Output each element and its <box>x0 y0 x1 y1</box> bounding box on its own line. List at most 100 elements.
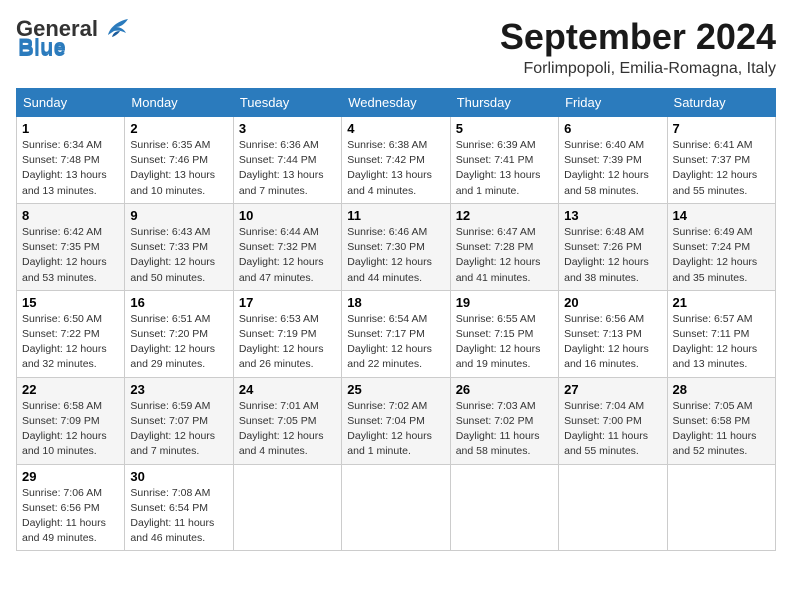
day-number: 9 <box>130 208 227 223</box>
calendar-week-row: 8 Sunrise: 6:42 AMSunset: 7:35 PMDaylight… <box>17 203 776 290</box>
day-info: Sunrise: 7:04 AMSunset: 7:00 PMDaylight:… <box>564 399 661 460</box>
day-number: 19 <box>456 295 553 310</box>
day-number: 22 <box>22 382 119 397</box>
calendar-cell: 6 Sunrise: 6:40 AMSunset: 7:39 PMDaylight… <box>559 117 667 204</box>
day-number: 8 <box>22 208 119 223</box>
calendar-cell: 28 Sunrise: 7:05 AMSunset: 6:58 PMDayligh… <box>667 377 775 464</box>
day-number: 4 <box>347 121 444 136</box>
calendar-cell: 9Sunrise: 6:43 AMSunset: 7:33 PMDaylight… <box>125 203 233 290</box>
day-number: 15 <box>22 295 119 310</box>
day-info: Sunrise: 6:57 AMSunset: 7:11 PMDaylight:… <box>673 312 770 373</box>
day-info: Sunrise: 6:47 AMSunset: 7:28 PMDaylight:… <box>456 225 553 286</box>
calendar-cell: 27 Sunrise: 7:04 AMSunset: 7:00 PMDayligh… <box>559 377 667 464</box>
day-number: 29 <box>22 469 119 484</box>
logo-blue-label: Blue <box>18 34 66 60</box>
day-info: Sunrise: 7:08 AMSunset: 6:54 PMDaylight:… <box>130 486 227 547</box>
day-info: Sunrise: 7:01 AMSunset: 7:05 PMDaylight:… <box>239 399 336 460</box>
day-number: 11 <box>347 208 444 223</box>
calendar-cell <box>667 464 775 551</box>
calendar-cell: 8 Sunrise: 6:42 AMSunset: 7:35 PMDaylight… <box>17 203 125 290</box>
day-number: 25 <box>347 382 444 397</box>
day-number: 5 <box>456 121 553 136</box>
day-info: Sunrise: 6:36 AMSunset: 7:44 PMDaylight:… <box>239 138 336 199</box>
day-info: Sunrise: 6:48 AMSunset: 7:26 PMDaylight:… <box>564 225 661 286</box>
day-number: 26 <box>456 382 553 397</box>
day-number: 30 <box>130 469 227 484</box>
day-number: 21 <box>673 295 770 310</box>
day-info: Sunrise: 6:35 AMSunset: 7:46 PMDaylight:… <box>130 138 227 199</box>
calendar-week-row: 29Sunrise: 7:06 AMSunset: 6:56 PMDayligh… <box>17 464 776 551</box>
calendar-cell: 23Sunrise: 6:59 AMSunset: 7:07 PMDayligh… <box>125 377 233 464</box>
calendar-cell: 4 Sunrise: 6:38 AMSunset: 7:42 PMDaylight… <box>342 117 450 204</box>
month-title: September 2024 <box>500 16 776 58</box>
day-info: Sunrise: 6:49 AMSunset: 7:24 PMDaylight:… <box>673 225 770 286</box>
day-number: 20 <box>564 295 661 310</box>
day-of-week-header: Thursday <box>450 89 558 117</box>
calendar-cell: 21 Sunrise: 6:57 AMSunset: 7:11 PMDayligh… <box>667 290 775 377</box>
day-info: Sunrise: 6:38 AMSunset: 7:42 PMDaylight:… <box>347 138 444 199</box>
calendar-cell: 22 Sunrise: 6:58 AMSunset: 7:09 PMDayligh… <box>17 377 125 464</box>
day-number: 3 <box>239 121 336 136</box>
day-number: 1 <box>22 121 119 136</box>
calendar-cell: 17Sunrise: 6:53 AMSunset: 7:19 PMDayligh… <box>233 290 341 377</box>
calendar-cell: 24 Sunrise: 7:01 AMSunset: 7:05 PMDayligh… <box>233 377 341 464</box>
calendar-cell: 10 Sunrise: 6:44 AMSunset: 7:32 PMDayligh… <box>233 203 341 290</box>
day-info: Sunrise: 6:44 AMSunset: 7:32 PMDaylight:… <box>239 225 336 286</box>
day-info: Sunrise: 6:41 AMSunset: 7:37 PMDaylight:… <box>673 138 770 199</box>
day-info: Sunrise: 6:56 AMSunset: 7:13 PMDaylight:… <box>564 312 661 373</box>
logo-bird-icon <box>100 17 130 39</box>
calendar-cell: 1Sunrise: 6:34 AMSunset: 7:48 PMDaylight… <box>17 117 125 204</box>
day-of-week-header: Monday <box>125 89 233 117</box>
day-info: Sunrise: 6:55 AMSunset: 7:15 PMDaylight:… <box>456 312 553 373</box>
calendar-cell: 18 Sunrise: 6:54 AMSunset: 7:17 PMDayligh… <box>342 290 450 377</box>
calendar-week-row: 22 Sunrise: 6:58 AMSunset: 7:09 PMDayligh… <box>17 377 776 464</box>
day-info: Sunrise: 6:51 AMSunset: 7:20 PMDaylight:… <box>130 312 227 373</box>
day-of-week-header: Sunday <box>17 89 125 117</box>
day-info: Sunrise: 6:54 AMSunset: 7:17 PMDaylight:… <box>347 312 444 373</box>
day-number: 10 <box>239 208 336 223</box>
calendar-cell: 30 Sunrise: 7:08 AMSunset: 6:54 PMDayligh… <box>125 464 233 551</box>
day-info: Sunrise: 6:50 AMSunset: 7:22 PMDaylight:… <box>22 312 119 373</box>
calendar-cell: 5 Sunrise: 6:39 AMSunset: 7:41 PMDaylight… <box>450 117 558 204</box>
day-number: 16 <box>130 295 227 310</box>
header: General Blue Blue September 2024 Forlimp… <box>16 16 776 78</box>
day-number: 2 <box>130 121 227 136</box>
calendar-cell: 13Sunrise: 6:48 AMSunset: 7:26 PMDayligh… <box>559 203 667 290</box>
day-number: 28 <box>673 382 770 397</box>
calendar-cell <box>450 464 558 551</box>
calendar-header-row: SundayMondayTuesdayWednesdayThursdayFrid… <box>17 89 776 117</box>
day-number: 27 <box>564 382 661 397</box>
day-of-week-header: Friday <box>559 89 667 117</box>
day-number: 18 <box>347 295 444 310</box>
day-info: Sunrise: 6:40 AMSunset: 7:39 PMDaylight:… <box>564 138 661 199</box>
calendar-cell: 15 Sunrise: 6:50 AMSunset: 7:22 PMDayligh… <box>17 290 125 377</box>
calendar-cell: 7 Sunrise: 6:41 AMSunset: 7:37 PMDaylight… <box>667 117 775 204</box>
day-number: 7 <box>673 121 770 136</box>
day-number: 23 <box>130 382 227 397</box>
day-number: 24 <box>239 382 336 397</box>
day-of-week-header: Saturday <box>667 89 775 117</box>
day-info: Sunrise: 7:03 AMSunset: 7:02 PMDaylight:… <box>456 399 553 460</box>
calendar-cell: 2 Sunrise: 6:35 AMSunset: 7:46 PMDaylight… <box>125 117 233 204</box>
day-of-week-header: Tuesday <box>233 89 341 117</box>
day-info: Sunrise: 6:46 AMSunset: 7:30 PMDaylight:… <box>347 225 444 286</box>
day-number: 6 <box>564 121 661 136</box>
title-area: September 2024 Forlimpopoli, Emilia-Roma… <box>500 16 776 78</box>
calendar-cell: 25Sunrise: 7:02 AMSunset: 7:04 PMDayligh… <box>342 377 450 464</box>
calendar-cell: 11 Sunrise: 6:46 AMSunset: 7:30 PMDayligh… <box>342 203 450 290</box>
calendar-week-row: 1Sunrise: 6:34 AMSunset: 7:48 PMDaylight… <box>17 117 776 204</box>
calendar-cell: 20 Sunrise: 6:56 AMSunset: 7:13 PMDayligh… <box>559 290 667 377</box>
calendar-cell: 14Sunrise: 6:49 AMSunset: 7:24 PMDayligh… <box>667 203 775 290</box>
calendar-cell: 26 Sunrise: 7:03 AMSunset: 7:02 PMDayligh… <box>450 377 558 464</box>
day-info: Sunrise: 7:05 AMSunset: 6:58 PMDaylight:… <box>673 399 770 460</box>
day-info: Sunrise: 6:58 AMSunset: 7:09 PMDaylight:… <box>22 399 119 460</box>
day-of-week-header: Wednesday <box>342 89 450 117</box>
day-number: 12 <box>456 208 553 223</box>
calendar-cell <box>342 464 450 551</box>
calendar-week-row: 15 Sunrise: 6:50 AMSunset: 7:22 PMDayligh… <box>17 290 776 377</box>
day-info: Sunrise: 6:42 AMSunset: 7:35 PMDaylight:… <box>22 225 119 286</box>
day-info: Sunrise: 6:39 AMSunset: 7:41 PMDaylight:… <box>456 138 553 199</box>
calendar-cell: 29Sunrise: 7:06 AMSunset: 6:56 PMDayligh… <box>17 464 125 551</box>
day-info: Sunrise: 6:53 AMSunset: 7:19 PMDaylight:… <box>239 312 336 373</box>
calendar-table: SundayMondayTuesdayWednesdayThursdayFrid… <box>16 88 776 551</box>
